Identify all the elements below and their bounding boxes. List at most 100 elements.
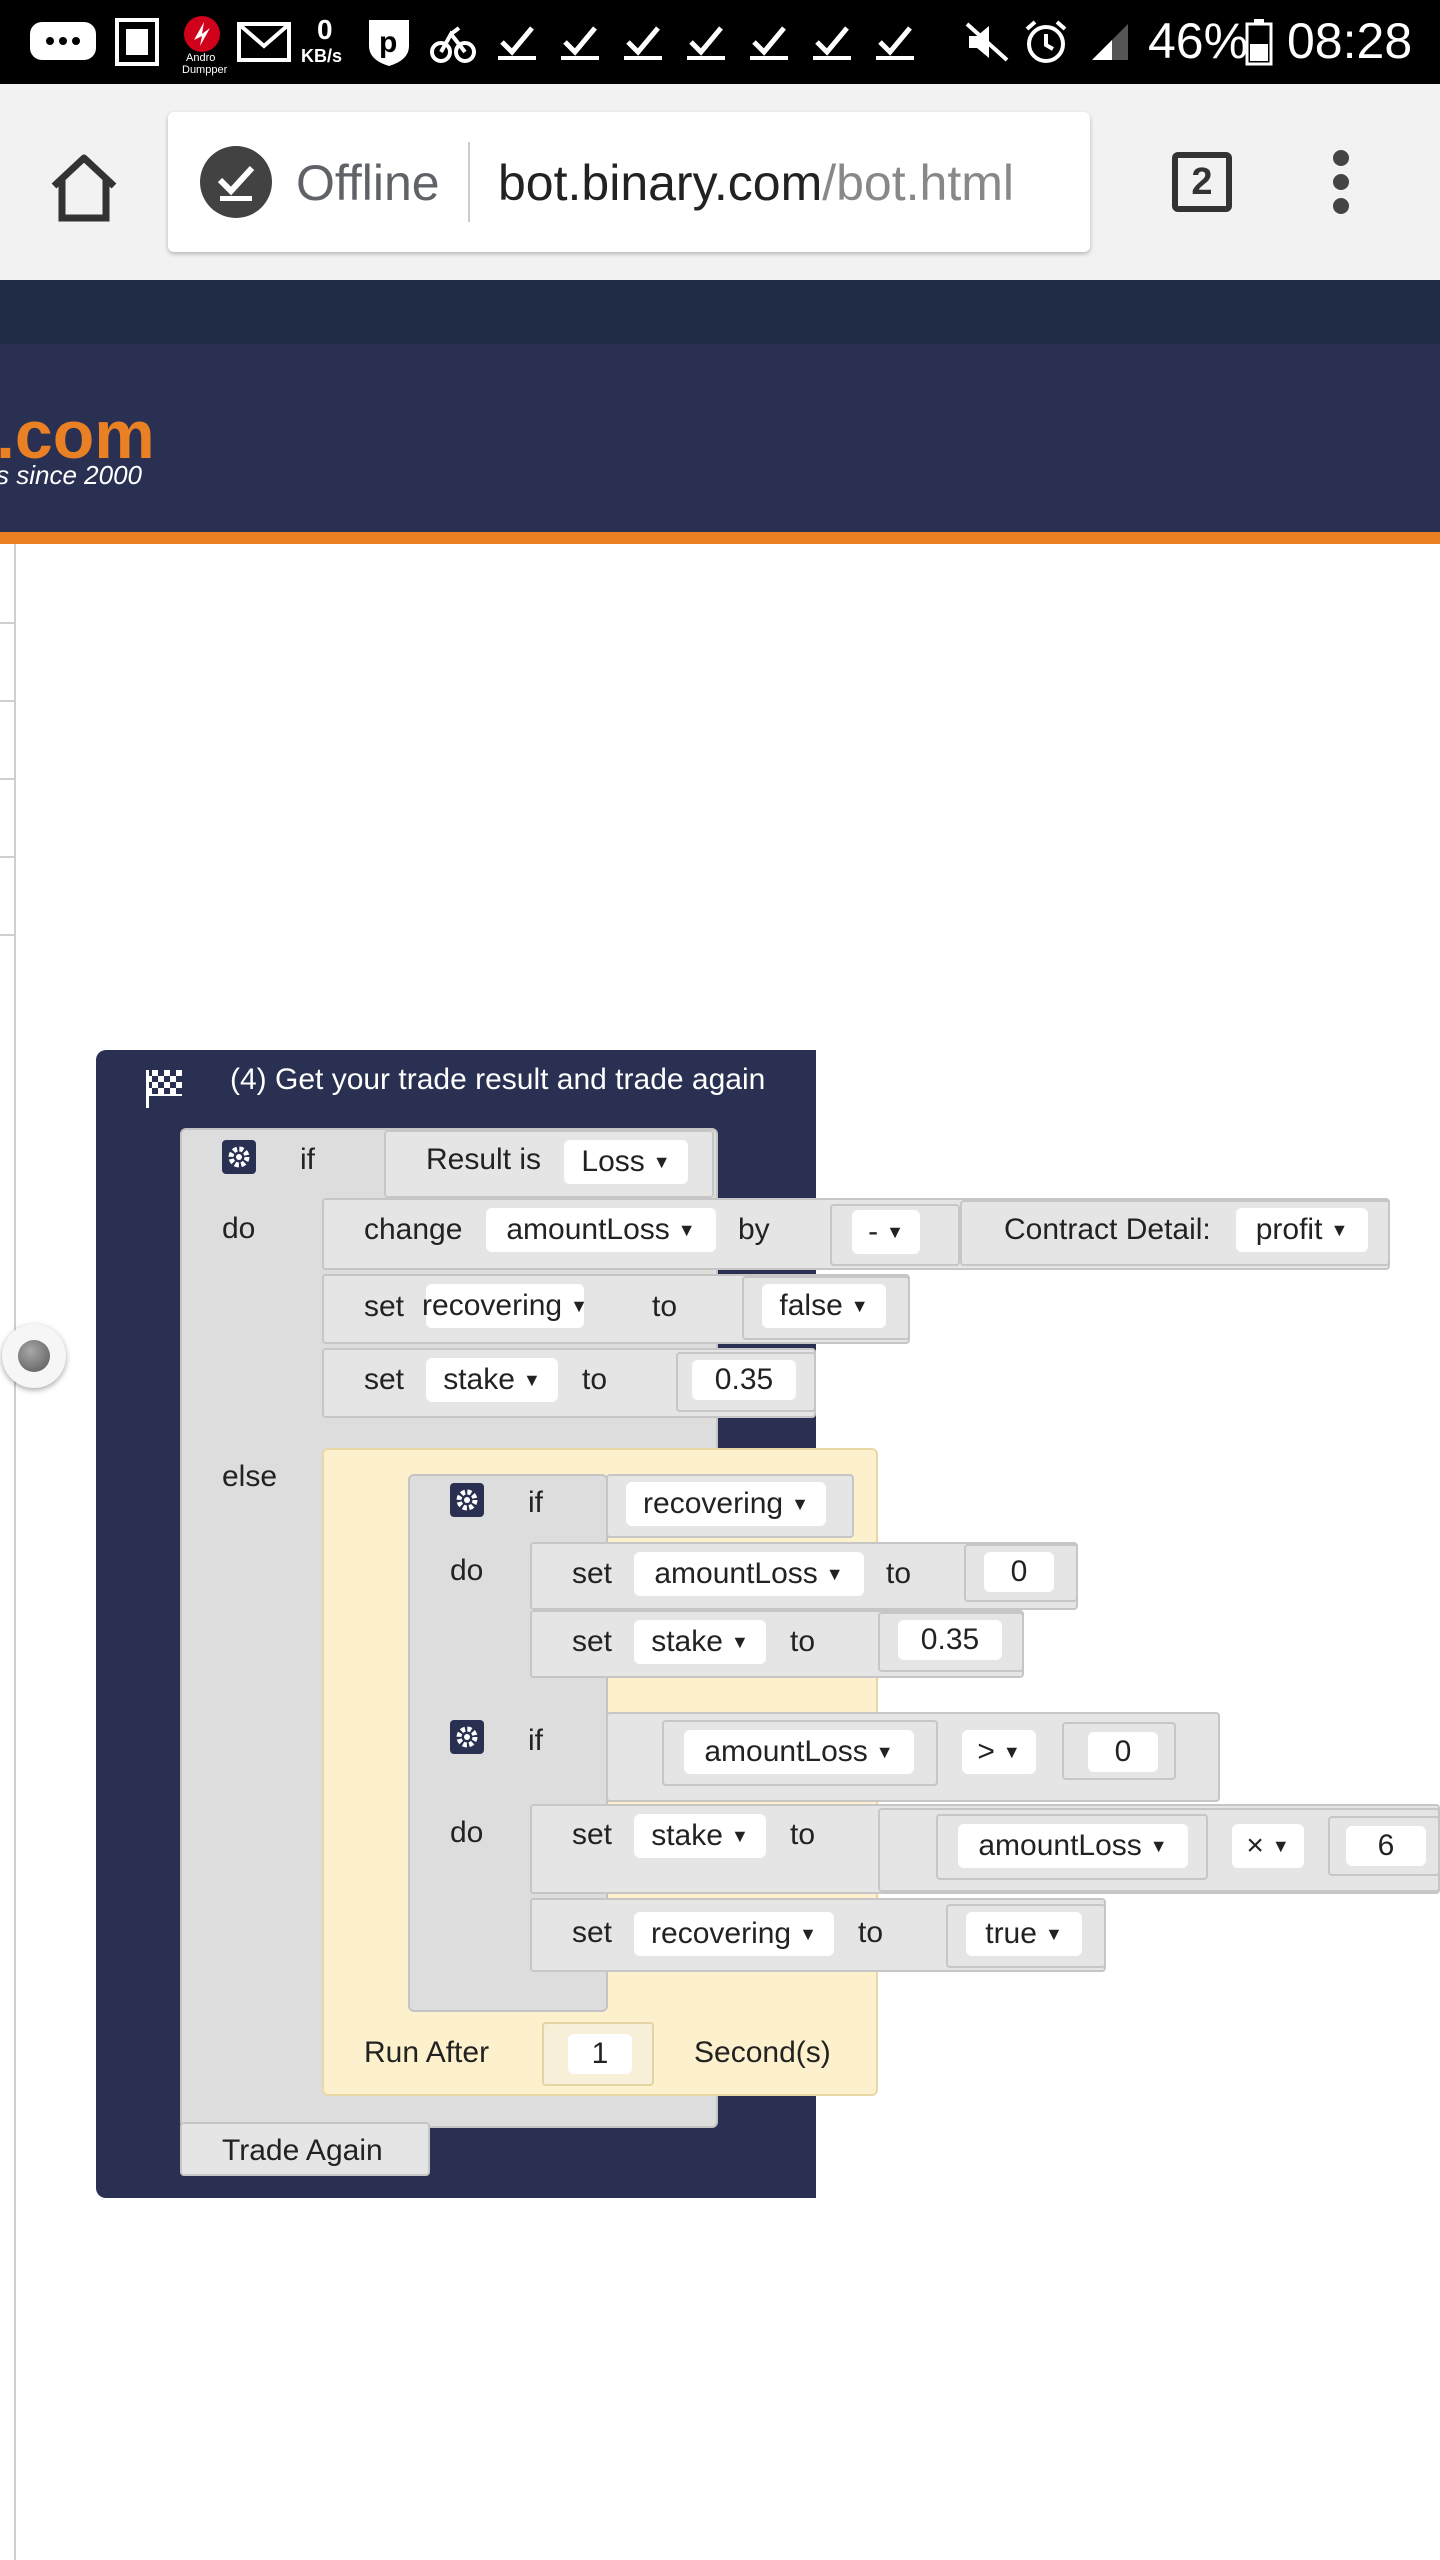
- url-host: bot.binary.com: [498, 155, 823, 211]
- battery-percent: 46%: [1148, 13, 1249, 69]
- site-header: .com s since 2000: [0, 344, 1440, 536]
- seconds-label: Second(s): [694, 2036, 831, 2069]
- browser-toolbar: Offline bot.binary.com/bot.html 2: [0, 84, 1440, 280]
- variable-dropdown[interactable]: recovering ▼: [422, 1284, 588, 1328]
- set-label: set: [364, 1363, 405, 1396]
- home-button[interactable]: [44, 148, 124, 228]
- multiplier-value-field[interactable]: 6: [1346, 1826, 1426, 1866]
- toolbox-tick: [0, 856, 14, 858]
- boolean-dropdown[interactable]: true ▼: [966, 1912, 1082, 1956]
- run-after-label: Run After: [364, 2036, 490, 2069]
- check-notification-icon: [498, 26, 536, 60]
- net-speed-unit: KB/s: [301, 46, 343, 66]
- to-label: to: [582, 1363, 608, 1396]
- contract-field-dropdown[interactable]: profit ▼: [1236, 1208, 1368, 1252]
- stake-value-field[interactable]: 0.35: [898, 1620, 1002, 1660]
- variable-dropdown[interactable]: amountLoss ▼: [684, 1730, 914, 1774]
- site-top-bar: [0, 280, 1440, 344]
- status-bar: Andro Dumpper 0 KB/s p 46% 08:28: [0, 0, 1440, 84]
- block-header-title: (4) Get your trade result and trade agai…: [230, 1063, 766, 1096]
- stake-value-field[interactable]: 0.35: [692, 1360, 796, 1400]
- andro-dumpper-label-2: Dumpper: [182, 64, 228, 76]
- if-label: if: [528, 1486, 543, 1519]
- url-divider: [468, 142, 470, 222]
- to-label: to: [652, 1290, 678, 1323]
- toolbox-edge: [14, 544, 16, 2560]
- by-label: by: [738, 1213, 770, 1246]
- variable-dropdown[interactable]: stake ▼: [634, 1814, 766, 1858]
- mute-icon: [962, 14, 1012, 70]
- variable-dropdown[interactable]: stake ▼: [634, 1620, 766, 1664]
- arithmetic-operator-dropdown[interactable]: × ▼: [1232, 1824, 1304, 1868]
- to-label: to: [886, 1557, 912, 1590]
- clock-time: 08:28: [1287, 13, 1413, 69]
- do-label: do: [222, 1212, 256, 1245]
- gear-icon[interactable]: [450, 1483, 484, 1517]
- run-after-value-field[interactable]: 1: [568, 2034, 632, 2074]
- gear-icon[interactable]: [222, 1140, 256, 1174]
- url-text[interactable]: bot.binary.com/bot.html: [498, 154, 1014, 212]
- to-label: to: [790, 1625, 816, 1658]
- overflow-menu-button[interactable]: [1326, 150, 1356, 214]
- change-label: change: [364, 1213, 463, 1246]
- header-accent-stripe: [0, 532, 1440, 544]
- to-label: to: [790, 1818, 816, 1851]
- check-notification-icon: [813, 26, 851, 60]
- set-label: set: [572, 1625, 613, 1658]
- check-notification-icon: [750, 26, 788, 60]
- to-label: to: [858, 1916, 884, 1949]
- variable-dropdown[interactable]: amountLoss ▼: [958, 1824, 1188, 1868]
- shield-p-icon: p: [364, 14, 414, 70]
- check-notification-icon: [687, 26, 725, 60]
- negate-dropdown[interactable]: - ▼: [852, 1210, 920, 1254]
- set-label: set: [572, 1916, 613, 1949]
- gmail-icon: [236, 14, 292, 70]
- alarm-icon: [1020, 14, 1072, 70]
- toolbox-tick: [0, 778, 14, 780]
- url-path: /bot.html: [822, 155, 1014, 211]
- app-notification-icon: [112, 14, 162, 70]
- compare-value-field[interactable]: 0: [1088, 1732, 1158, 1772]
- variable-dropdown[interactable]: amountLoss ▼: [486, 1208, 716, 1252]
- signal-icon: [1086, 14, 1134, 70]
- gear-icon[interactable]: [450, 1720, 484, 1754]
- result-is-label: Result is: [426, 1143, 542, 1176]
- toolbox-tick: [0, 700, 14, 702]
- bike-app-icon: [428, 14, 478, 70]
- tab-switcher-button[interactable]: 2: [1172, 152, 1232, 212]
- toolbox-tick: [0, 622, 14, 624]
- svg-text:p: p: [379, 26, 397, 59]
- toolbox-tick: [0, 934, 14, 936]
- boolean-dropdown[interactable]: false ▼: [762, 1284, 886, 1328]
- url-bar[interactable]: Offline bot.binary.com/bot.html: [168, 112, 1090, 252]
- offline-check-icon: [200, 146, 272, 218]
- workspace-float-button[interactable]: [2, 1324, 66, 1388]
- check-notification-icon: [876, 26, 914, 60]
- battery-icon: [1244, 14, 1274, 70]
- set-label: set: [572, 1818, 613, 1851]
- contract-detail-label: Contract Detail:: [1004, 1213, 1211, 1246]
- do-label: do: [450, 1816, 484, 1849]
- variable-dropdown[interactable]: stake ▼: [426, 1358, 558, 1402]
- offline-label: Offline: [296, 155, 440, 211]
- else-label: else: [222, 1460, 278, 1493]
- variable-dropdown[interactable]: recovering ▼: [634, 1912, 834, 1956]
- amountloss-value-field[interactable]: 0: [984, 1552, 1054, 1592]
- messages-notification-icon: [28, 14, 98, 70]
- if-label: if: [300, 1143, 315, 1176]
- flag-icon: [142, 1066, 186, 1110]
- net-speed-value: 0: [317, 14, 333, 45]
- check-notification-icon: [561, 26, 599, 60]
- andro-dumpper-label: Andro: [186, 52, 216, 64]
- do-label: do: [450, 1554, 484, 1587]
- variable-dropdown[interactable]: recovering ▼: [626, 1482, 826, 1526]
- set-label: set: [364, 1290, 405, 1323]
- trade-again-label: Trade Again: [222, 2134, 383, 2167]
- if-label: if: [528, 1724, 543, 1757]
- variable-dropdown[interactable]: amountLoss ▼: [634, 1552, 864, 1596]
- check-notification-icon: [624, 26, 662, 60]
- set-label: set: [572, 1557, 613, 1590]
- compare-operator-dropdown[interactable]: > ▼: [962, 1730, 1036, 1774]
- result-dropdown[interactable]: Loss ▼: [564, 1140, 688, 1184]
- site-tagline: s since 2000: [0, 460, 142, 490]
